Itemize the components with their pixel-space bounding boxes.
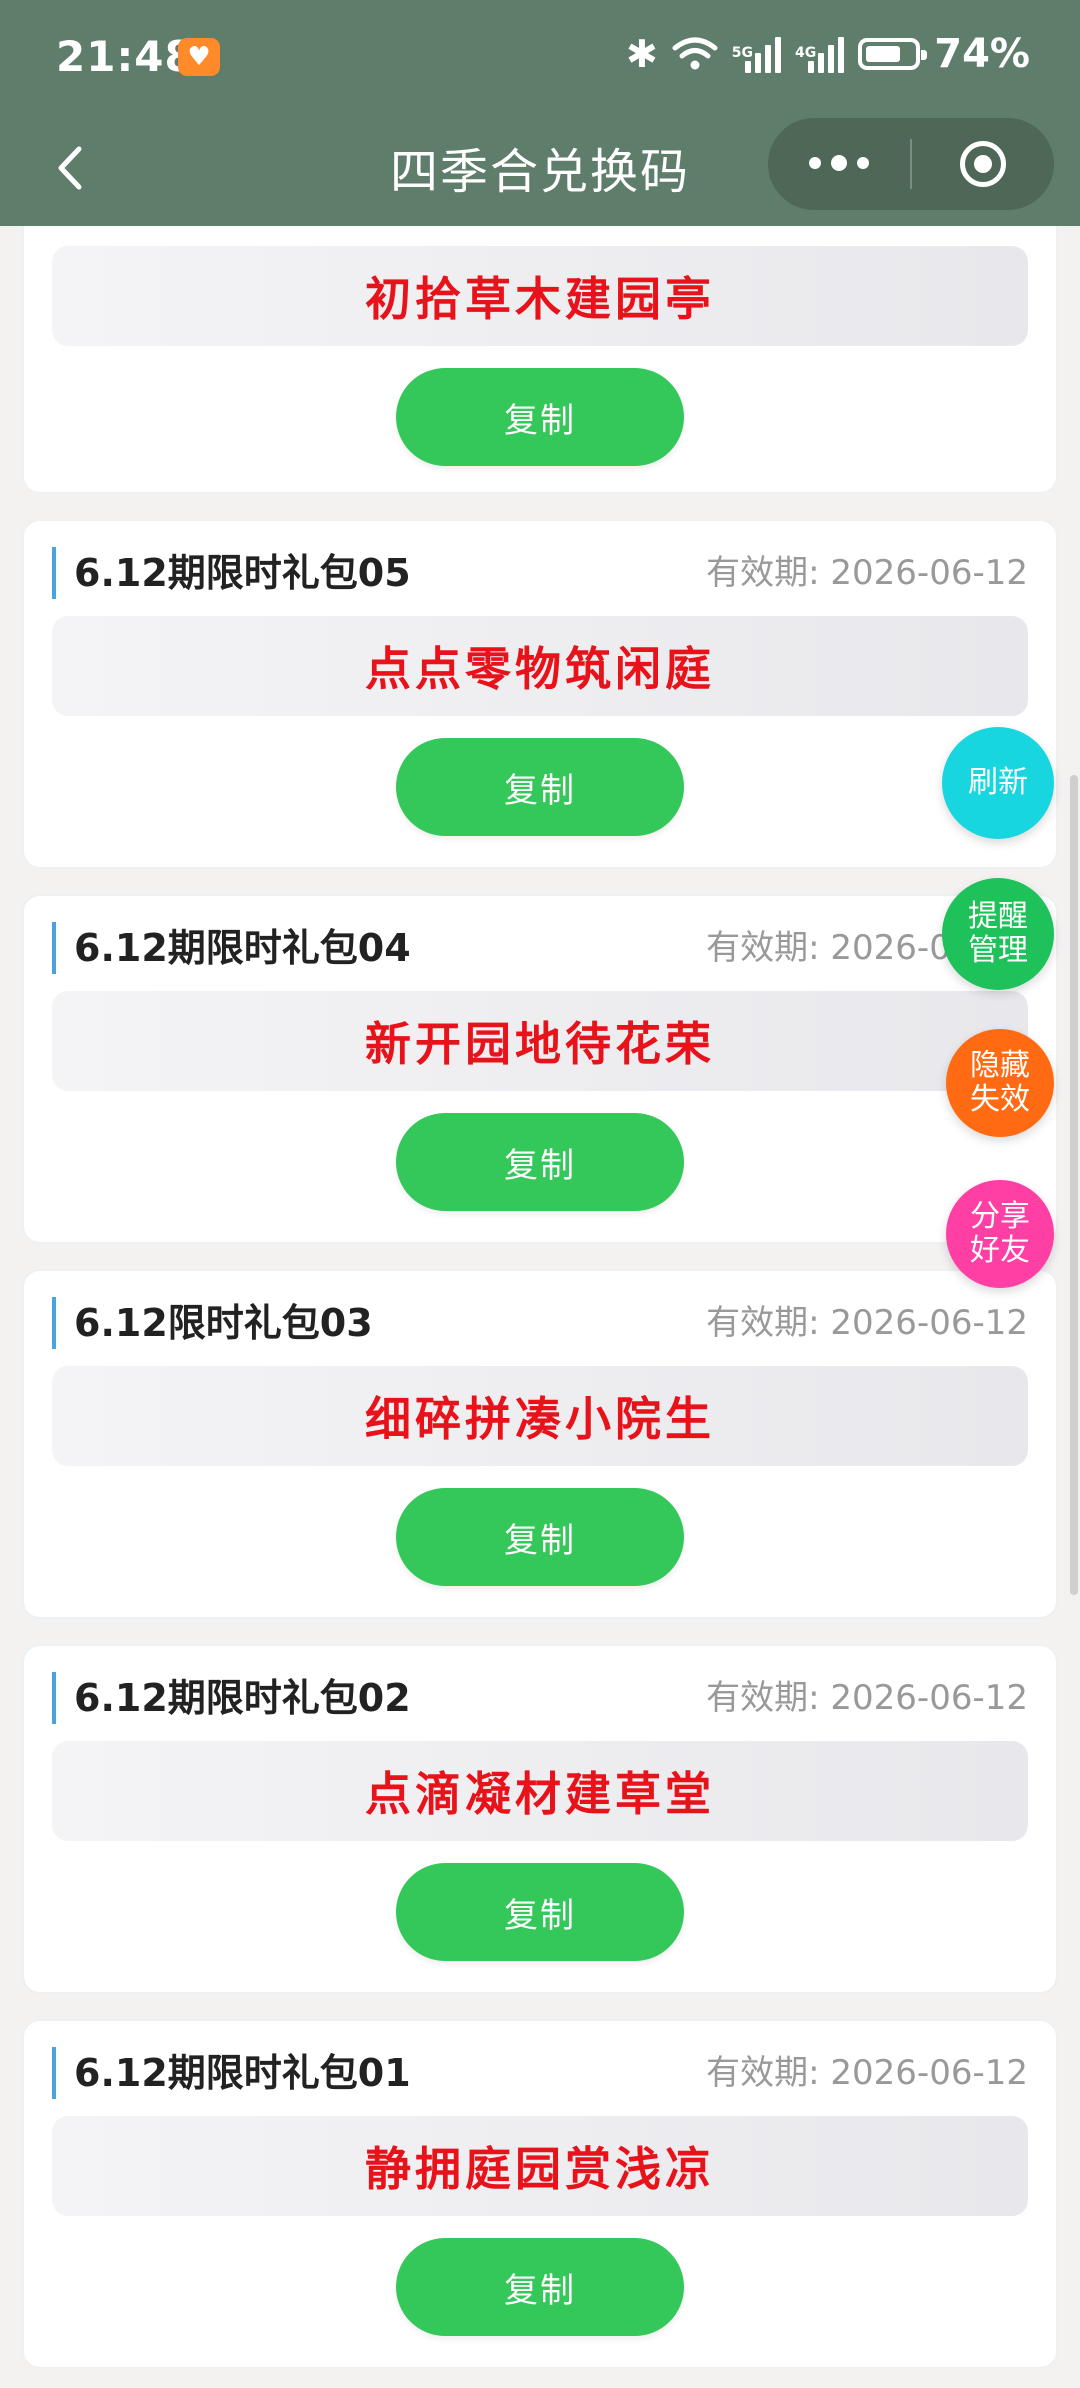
signal-5g: 5G (732, 35, 782, 73)
share-friends-label: 分享 好友 (970, 1199, 1030, 1268)
target-icon (960, 141, 1006, 187)
refresh-button[interactable]: 刷新 (942, 727, 1054, 839)
copy-button[interactable]: 复制 (396, 1863, 684, 1961)
code-card: 6.12期限时礼包04 有效期: 2026-06-12 新开园地待花荣 复制 (24, 896, 1056, 1242)
battery-percent: 74% (934, 31, 1030, 77)
copy-button[interactable]: 复制 (396, 2238, 684, 2336)
signal-4g: 4G (795, 35, 845, 73)
bluetooth-icon: ✱ (625, 32, 658, 76)
code-card: 6.12期限时礼包02 有效期: 2026-06-12 点滴凝材建草堂 复制 (24, 1646, 1056, 1992)
code-card: 6.12期限时礼包05 有效期: 2026-06-12 点点零物筑闲庭 复制 (24, 521, 1056, 867)
share-friends-button[interactable]: 分享 好友 (946, 1180, 1054, 1288)
code-text: 点点零物筑闲庭 (52, 616, 1028, 716)
card-expiry: 有效期: 2026-06-12 (706, 1678, 1028, 1718)
card-expiry: 有效期: 2026-06-12 (706, 2053, 1028, 2093)
copy-button[interactable]: 复制 (396, 1113, 684, 1211)
code-card: 6.12限时礼包03 有效期: 2026-06-12 细碎拼凑小院生 复制 (24, 1271, 1056, 1617)
code-text: 初拾草木建园亭 (52, 246, 1028, 346)
copy-button[interactable]: 复制 (396, 368, 684, 466)
code-text: 静拥庭园赏浅凉 (52, 2116, 1028, 2216)
system-icons: ✱ 5G 4G 74% (626, 30, 1030, 78)
card-title: 6.12期限时礼包01 (52, 2047, 411, 2099)
code-text: 新开园地待花荣 (52, 991, 1028, 1091)
top-bar: 21:48 ♥ ✱ 5G 4G 74% 四季合兑换码 (0, 0, 1080, 226)
code-text: 点滴凝材建草堂 (52, 1741, 1028, 1841)
hide-expired-label: 隐藏 失效 (970, 1048, 1030, 1117)
card-header: 6.12限时礼包03 有效期: 2026-06-12 (52, 1297, 1028, 1349)
battery-icon (858, 38, 928, 70)
card-header: 6.12期限时礼包01 有效期: 2026-06-12 (52, 2047, 1028, 2099)
code-card: 初拾草木建园亭 复制 (24, 226, 1056, 492)
code-text: 细碎拼凑小院生 (52, 1366, 1028, 1466)
wifi-icon (672, 37, 718, 70)
card-header: 6.12期限时礼包05 有效期: 2026-06-12 (52, 547, 1028, 599)
status-bar: 21:48 ♥ ✱ 5G 4G 74% (0, 0, 1080, 118)
heart-app-icon: ♥ (178, 38, 220, 76)
card-expiry: 有效期: 2026-06-12 (706, 1303, 1028, 1343)
card-expiry: 有效期: 2026-06-12 (706, 553, 1028, 593)
card-title: 6.12期限时礼包04 (52, 922, 411, 974)
refresh-label: 刷新 (968, 765, 1028, 800)
hide-expired-button[interactable]: 隐藏 失效 (946, 1029, 1054, 1137)
reminder-manage-label: 提醒 管理 (968, 899, 1028, 968)
status-time: 21:48 (56, 32, 195, 81)
code-list[interactable]: 初拾草木建园亭 复制 6.12期限时礼包05 有效期: 2026-06-12 点… (0, 226, 1080, 2388)
reminder-manage-button[interactable]: 提醒 管理 (942, 878, 1054, 990)
nav-bar: 四季合兑换码 (0, 118, 1080, 226)
card-header: 6.12期限时礼包04 有效期: 2026-06-12 (52, 922, 1028, 974)
card-title: 6.12限时礼包03 (52, 1297, 373, 1349)
code-card: 6.12期限时礼包01 有效期: 2026-06-12 静拥庭园赏浅凉 复制 (24, 2021, 1056, 2367)
more-options-button[interactable] (768, 155, 910, 171)
scrollbar[interactable] (1070, 775, 1078, 1595)
card-title: 6.12期限时礼包05 (52, 547, 411, 599)
copy-button[interactable]: 复制 (396, 1488, 684, 1586)
copy-button[interactable]: 复制 (396, 738, 684, 836)
card-title: 6.12期限时礼包02 (52, 1672, 411, 1724)
close-mini-program-button[interactable] (912, 141, 1054, 187)
card-header: 6.12期限时礼包02 有效期: 2026-06-12 (52, 1672, 1028, 1724)
mini-program-capsule (768, 118, 1054, 210)
